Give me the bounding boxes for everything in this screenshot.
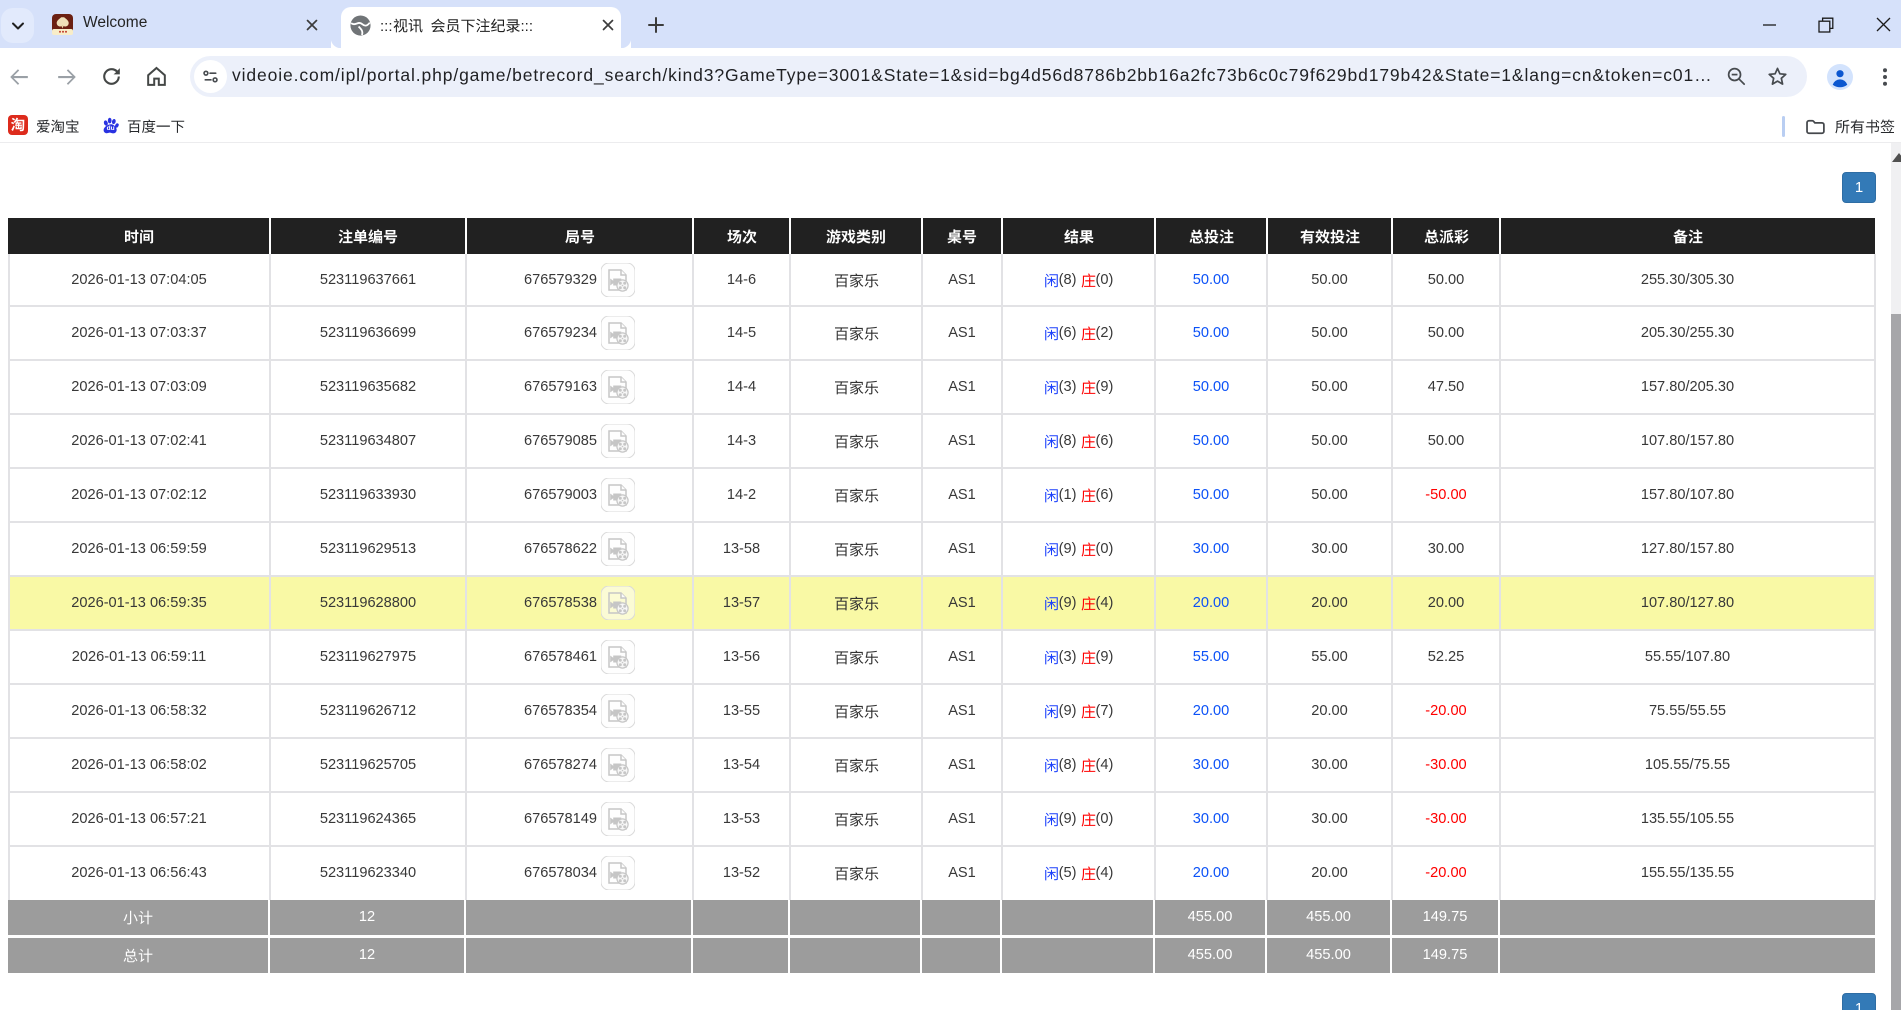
- svg-text:du: du: [107, 125, 115, 132]
